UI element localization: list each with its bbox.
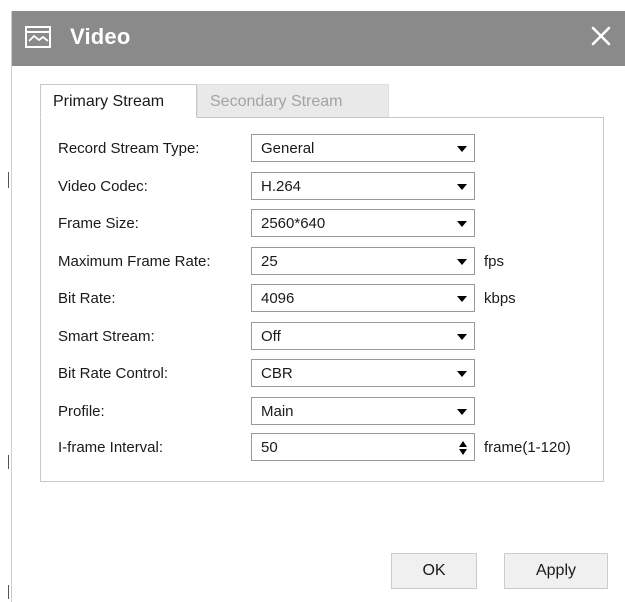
video-codec-label: Video Codec: <box>58 178 148 195</box>
bit-rate-label: Bit Rate: <box>58 290 116 307</box>
profile-value: Main <box>261 403 294 420</box>
chevron-down-icon <box>457 184 467 190</box>
video-codec-value: H.264 <box>261 178 302 195</box>
smart-stream-value: Off <box>261 328 281 345</box>
stream-settings-panel: Record Stream Type: General Video Codec:… <box>40 117 604 482</box>
chevron-down-icon <box>457 371 467 377</box>
frame-size-select[interactable]: 2560*640 <box>251 209 475 237</box>
iframe-interval-label: I-frame Interval: <box>58 439 164 456</box>
video-window-icon <box>25 26 51 48</box>
frame-size-row: Frame Size: 2560*640 <box>41 209 605 239</box>
ok-button[interactable]: OK <box>391 553 477 589</box>
max-frame-rate-value: 25 <box>261 253 278 270</box>
chevron-down-icon <box>457 334 467 340</box>
smart-stream-label: Smart Stream: <box>58 328 155 345</box>
tab-primary-stream[interactable]: Primary Stream <box>40 84 197 118</box>
profile-select[interactable]: Main <box>251 397 475 425</box>
record-stream-type-label: Record Stream Type: <box>58 140 200 157</box>
iframe-interval-spinner[interactable]: 50 <box>251 433 475 461</box>
max-frame-rate-unit: fps <box>484 253 505 270</box>
chevron-down-icon <box>457 259 467 265</box>
video-codec-select[interactable]: H.264 <box>251 172 475 200</box>
bit-rate-control-label: Bit Rate Control: <box>58 365 169 382</box>
max-frame-rate-select[interactable]: 25 <box>251 247 475 275</box>
edge-artifact <box>8 585 9 599</box>
profile-row: Profile: Main <box>41 397 605 427</box>
smart-stream-row: Smart Stream: Off <box>41 322 605 352</box>
spinner-arrows-icon[interactable] <box>458 440 468 456</box>
max-frame-rate-row: Maximum Frame Rate: 25 fps <box>41 247 605 277</box>
bit-rate-control-select[interactable]: CBR <box>251 359 475 387</box>
frame-size-label: Frame Size: <box>58 215 139 232</box>
smart-stream-select[interactable]: Off <box>251 322 475 350</box>
max-frame-rate-label: Maximum Frame Rate: <box>58 253 211 270</box>
video-codec-row: Video Codec: H.264 <box>41 172 605 202</box>
bit-rate-value: 4096 <box>261 290 295 307</box>
close-icon[interactable] <box>586 21 616 51</box>
chevron-down-icon <box>457 146 467 152</box>
dialog-title: Video <box>70 24 131 49</box>
bit-rate-control-row: Bit Rate Control: CBR <box>41 359 605 389</box>
chevron-down-icon <box>457 221 467 227</box>
bit-rate-select[interactable]: 4096 <box>251 284 475 312</box>
iframe-interval-unit: frame(1-120) <box>484 439 571 456</box>
iframe-interval-row: I-frame Interval: 50 frame(1-120) <box>41 433 605 463</box>
video-dialog: Video Primary Stream Secondary Stream Re… <box>11 11 625 602</box>
record-stream-type-row: Record Stream Type: General <box>41 134 605 164</box>
edge-artifact <box>8 172 9 188</box>
record-stream-type-select[interactable]: General <box>251 134 475 162</box>
edge-artifact <box>8 455 9 469</box>
chevron-down-icon <box>457 409 467 415</box>
iframe-interval-value: 50 <box>261 439 278 456</box>
apply-button[interactable]: Apply <box>504 553 608 589</box>
bit-rate-control-value: CBR <box>261 365 293 382</box>
record-stream-type-value: General <box>261 140 315 157</box>
bit-rate-unit: kbps <box>484 290 516 307</box>
bit-rate-row: Bit Rate: 4096 kbps <box>41 284 605 314</box>
dialog-titlebar[interactable]: Video <box>12 11 625 66</box>
profile-label: Profile: <box>58 403 105 420</box>
tab-secondary-stream[interactable]: Secondary Stream <box>197 84 389 117</box>
chevron-down-icon <box>457 296 467 302</box>
frame-size-value: 2560*640 <box>261 215 326 232</box>
